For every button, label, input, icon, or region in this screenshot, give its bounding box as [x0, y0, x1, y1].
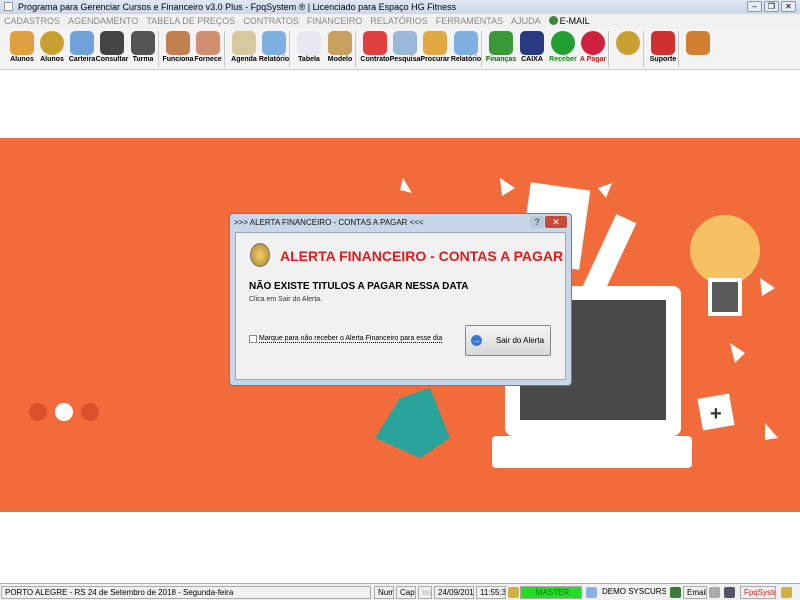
dialog-help-button[interactable]: ?: [530, 216, 544, 228]
printer-icon[interactable]: [709, 587, 720, 598]
document-search-icon: [100, 31, 124, 55]
toolbar-separator: [643, 31, 644, 67]
coin-icon: [616, 31, 640, 55]
exit-alert-button[interactable]: → Sair do Alerta: [465, 325, 551, 356]
alert-hint: Clica em Sair do Alerta.: [249, 296, 323, 303]
toolbar-separator: [481, 31, 482, 67]
toolbar-button-modelo-10[interactable]: Modelo: [325, 30, 355, 64]
toolbar: Alunos Alunos Carteira Consultar Turma Funcio…: [0, 28, 800, 70]
printer-icon: [454, 31, 478, 55]
toolbar-button-a-pagar-18[interactable]: A Pagar: [578, 30, 608, 64]
coin-icon: [40, 31, 64, 55]
menu-cadastros[interactable]: CADASTROS: [4, 14, 60, 28]
window-title: Programa para Gerenciar Cursos e Finance…: [18, 2, 457, 12]
toolbar-button-fornece-6[interactable]: Fornece: [193, 30, 223, 64]
menu-tabela-precos[interactable]: TABELA DE PREÇOS: [146, 14, 235, 28]
toolbar-separator: [678, 31, 679, 67]
status-version: DEMO SYSCURSO 3.0: [602, 587, 666, 596]
status-date: 24/09/2018: [434, 586, 474, 599]
status-email[interactable]: Email: [683, 586, 707, 599]
finance-chart-icon: [489, 31, 513, 55]
status-num: Num: [374, 586, 394, 599]
scroll-icon: [328, 31, 352, 55]
title-bar: Programa para Gerenciar Cursos e Finance…: [0, 0, 800, 14]
checkbox-label: Marque para não receber o Alerta Finance…: [259, 335, 443, 343]
employee-icon: [166, 31, 190, 55]
menu-email[interactable]: E-MAIL: [548, 14, 590, 28]
pen-icon: [363, 31, 387, 55]
toolbar-separator: [608, 31, 609, 67]
computer-icon[interactable]: [724, 587, 735, 598]
students-icon: [10, 31, 34, 55]
arrow-right-icon: →: [471, 335, 482, 346]
dollar-green-icon: [551, 31, 575, 55]
coin-icon: [250, 243, 270, 267]
speech-plus-icon: +: [697, 393, 735, 431]
menu-contratos[interactable]: CONTRATOS: [243, 14, 299, 28]
svg-text:+: +: [710, 403, 722, 425]
exit-alert-label: Sair do Alerta: [496, 336, 545, 345]
toolbar-button-suporte-20[interactable]: Suporte: [648, 30, 678, 64]
toolbar-button-relat-rio-14[interactable]: Relatório: [451, 30, 481, 64]
table-icon: [297, 31, 321, 55]
supplier-icon: [196, 31, 220, 55]
status-brand: FpqSystem: [740, 586, 776, 599]
search-doc-icon: [393, 31, 417, 55]
close-button[interactable]: ✕: [781, 1, 796, 12]
user-icon: [508, 587, 519, 598]
status-bar: PORTO ALEGRE - RS 24 de Setembro de 2018…: [0, 583, 800, 600]
checkbox-box[interactable]: [249, 335, 257, 343]
toolbar-button-coin-19[interactable]: [613, 30, 643, 55]
toolbar-separator: [224, 31, 225, 67]
financial-alert-dialog: >>> ALERTA FINANCEIRO - CONTAS A PAGAR <…: [229, 213, 572, 386]
alert-heading: ALERTA FINANCEIRO - CONTAS A PAGAR: [280, 248, 564, 264]
tie-icon: [375, 388, 450, 458]
monitor-icon: [131, 31, 155, 55]
dollar-red-icon: [581, 31, 605, 55]
app-icon: [4, 2, 13, 11]
brand-icon: [781, 587, 792, 598]
carousel-dots: [29, 403, 99, 421]
status-location: PORTO ALEGRE - RS 24 de Setembro de 2018…: [1, 586, 371, 599]
cash-book-icon: [520, 31, 544, 55]
email-icon[interactable]: [670, 587, 681, 598]
menu-ajuda[interactable]: AJUDA: [511, 14, 541, 28]
toolbar-separator: [289, 31, 290, 67]
status-time: 11:55:38: [476, 586, 506, 599]
menu-agendamento[interactable]: AGENDAMENTO: [68, 14, 138, 28]
status-caps: Caps: [396, 586, 416, 599]
folder-icon: [423, 31, 447, 55]
minimize-button[interactable]: –: [747, 1, 762, 12]
status-user: MASTER: [520, 586, 582, 599]
menu-financeiro[interactable]: FINANCEIRO: [307, 14, 363, 28]
dont-notify-checkbox[interactable]: Marque para não receber o Alerta Finance…: [249, 335, 443, 343]
exit-door-icon: [686, 31, 710, 55]
maximize-button[interactable]: ❐: [764, 1, 779, 12]
menu-ferramentas[interactable]: FERRAMENTAS: [436, 14, 503, 28]
toolbar-separator: [158, 31, 159, 67]
globe-icon: [548, 16, 558, 25]
menu-email-label: E-MAIL: [559, 16, 590, 26]
menu-relatorios[interactable]: RELATÓRIOS: [370, 14, 427, 28]
toolbar-button-relat-rio-8[interactable]: Relatório: [259, 30, 289, 64]
dialog-close-button[interactable]: ✕: [545, 216, 567, 228]
lightbulb-icon: [690, 215, 760, 316]
printer-icon: [262, 31, 286, 55]
toolbar-button-exit-door-21[interactable]: [683, 30, 713, 55]
id-card-icon: [70, 31, 94, 55]
status-ins: Ins: [418, 586, 432, 599]
version-icon: [586, 587, 597, 598]
support-icon: [651, 31, 675, 55]
toolbar-separator: [355, 31, 356, 67]
toolbar-button-turma-4[interactable]: Turma: [128, 30, 158, 64]
menu-bar: CADASTROS AGENDAMENTO TABELA DE PREÇOS C…: [0, 14, 800, 28]
calendar-icon: [232, 31, 256, 55]
alert-message: NÃO EXISTE TITULOS A PAGAR NESSA DATA: [249, 281, 469, 292]
dialog-title: >>> ALERTA FINANCEIRO - CONTAS A PAGAR <…: [234, 218, 424, 227]
